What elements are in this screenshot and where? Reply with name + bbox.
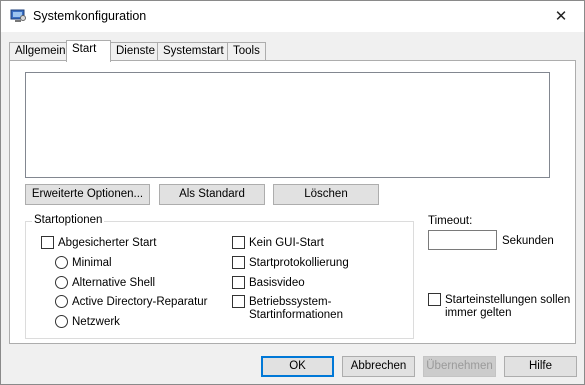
help-button[interactable]: Hilfe <box>504 356 577 377</box>
timeout-input[interactable] <box>428 230 497 250</box>
radio-circle <box>55 315 68 328</box>
apply-button[interactable]: Übernehmen <box>423 356 496 377</box>
tab-dienste[interactable]: Dienste <box>110 42 161 60</box>
checkbox-box <box>232 236 245 249</box>
checkbox-box <box>232 276 245 289</box>
tab-allgemein[interactable]: Allgemein <box>9 42 72 60</box>
safe-boot-label: Abgesicherter Start <box>58 237 157 249</box>
msconfig-computer-icon <box>10 9 26 23</box>
checkbox-box <box>41 236 54 249</box>
delete-button[interactable]: Löschen <box>273 184 379 205</box>
timeout-label: Timeout: <box>428 215 473 227</box>
close-icon[interactable]: ✕ <box>538 1 584 32</box>
os-boot-info-label-line2: Startinformationen <box>249 309 343 321</box>
advanced-options-button[interactable]: Erweiterte Optionen... <box>25 184 150 205</box>
no-gui-boot-label: Kein GUI-Start <box>249 237 324 249</box>
tab-tools[interactable]: Tools <box>227 42 266 60</box>
window-title: Systemkonfiguration <box>33 9 147 23</box>
tab-start[interactable]: Start <box>66 40 111 62</box>
radio-circle <box>55 295 68 308</box>
radio-circle <box>55 276 68 289</box>
set-default-button[interactable]: Als Standard <box>159 184 265 205</box>
checkbox-box <box>232 256 245 269</box>
checkbox-box <box>428 293 441 306</box>
network-label: Netzwerk <box>72 316 120 328</box>
radio-circle <box>55 256 68 269</box>
cancel-button[interactable]: Abbrechen <box>342 356 415 377</box>
title-bar: Systemkonfiguration ✕ <box>1 1 584 32</box>
boot-entry-list[interactable] <box>25 72 550 178</box>
ad-repair-label: Active Directory-Reparatur <box>72 296 208 308</box>
alternate-shell-label: Alternative Shell <box>72 277 156 289</box>
boot-options-group: Startoptionen Abgesicherter Start Minima… <box>25 214 414 339</box>
make-permanent-label-line2: immer gelten <box>445 307 512 319</box>
tab-systemstart[interactable]: Systemstart <box>157 42 230 60</box>
os-boot-info-label-line1: Betriebssystem- <box>249 296 332 308</box>
seconds-label: Sekunden <box>502 235 554 247</box>
boot-log-label: Startprotokollierung <box>249 257 349 269</box>
make-permanent-label-line1: Starteinstellungen sollen <box>445 294 571 306</box>
start-tab-panel: Erweiterte Optionen... Als Standard Lösc… <box>9 60 576 344</box>
msconfig-window: Systemkonfiguration ✕ Allgemein Start Di… <box>0 0 585 385</box>
boot-options-label: Startoptionen <box>32 214 105 226</box>
ok-button[interactable]: OK <box>261 356 334 377</box>
minimal-label: Minimal <box>72 257 112 269</box>
checkbox-box <box>232 295 245 308</box>
base-video-label: Basisvideo <box>249 277 305 289</box>
